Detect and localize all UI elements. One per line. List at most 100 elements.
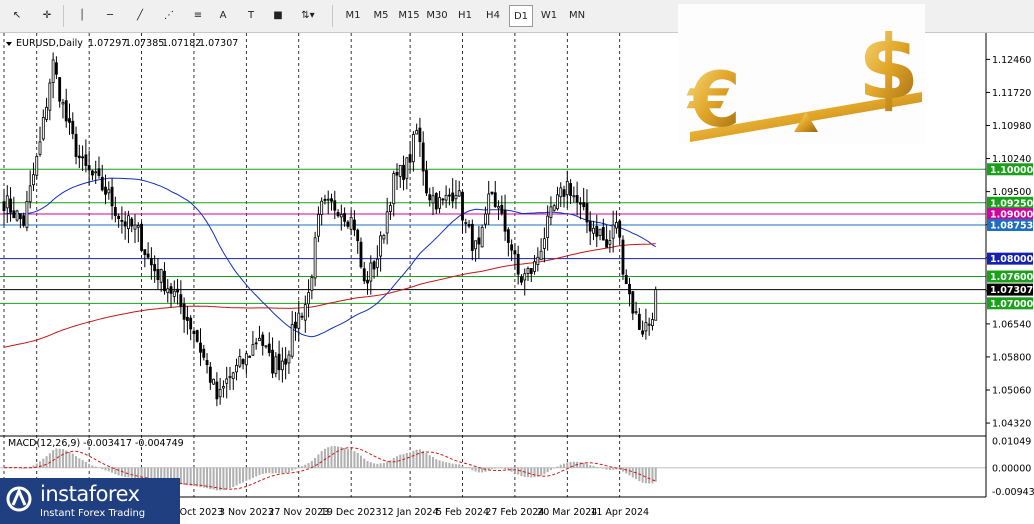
candle-body bbox=[48, 82, 52, 111]
candle-body bbox=[529, 268, 533, 274]
candle-body bbox=[195, 330, 199, 342]
candle-body bbox=[28, 185, 32, 203]
level-price-label: 1.07000 bbox=[990, 299, 1034, 310]
x-tick-label: 11 Apr 2024 bbox=[590, 507, 649, 518]
rectangle-tool-icon[interactable]: ■ bbox=[267, 5, 289, 27]
timeframe-d1-button[interactable]: D1 bbox=[509, 5, 533, 27]
candle-body bbox=[81, 156, 85, 159]
candle-body bbox=[526, 268, 530, 274]
candle-body bbox=[307, 292, 310, 305]
candle-body bbox=[349, 216, 353, 230]
candle-body bbox=[238, 356, 242, 367]
candle-body bbox=[74, 133, 78, 157]
candle-body bbox=[392, 173, 396, 205]
candle-body bbox=[264, 345, 268, 348]
brand-name: instaforex bbox=[40, 482, 140, 506]
candle-body bbox=[346, 221, 350, 227]
candle-body bbox=[218, 388, 222, 398]
candle-body bbox=[25, 201, 29, 228]
timeframe-m5-button[interactable]: M5 bbox=[369, 5, 393, 27]
macd-y-tick-label: 0.01049 bbox=[992, 437, 1031, 448]
candle-body bbox=[539, 250, 543, 261]
timeframe-w1-button[interactable]: W1 bbox=[537, 5, 561, 27]
candle-body bbox=[5, 195, 9, 209]
candle-body bbox=[415, 130, 419, 135]
candle-body bbox=[569, 183, 572, 196]
candle-body bbox=[100, 176, 104, 191]
candle-body bbox=[12, 210, 16, 219]
candle-body bbox=[120, 220, 124, 222]
candle-body bbox=[506, 229, 510, 243]
candle-body bbox=[202, 348, 206, 358]
candle-body bbox=[323, 199, 327, 201]
candle-body bbox=[84, 154, 88, 166]
candle-body bbox=[254, 342, 258, 345]
level-price-label: 1.09000 bbox=[990, 209, 1034, 220]
level-price-label: 1.07307 bbox=[990, 285, 1033, 296]
fibonacci-tool-icon[interactable]: ≡ bbox=[187, 5, 209, 27]
channel-tool-icon[interactable]: ⋰ bbox=[158, 5, 180, 27]
ohlc-value: 1.07307 bbox=[199, 38, 238, 49]
candle-body bbox=[18, 213, 22, 220]
candle-body bbox=[546, 215, 550, 238]
candle-body bbox=[205, 360, 209, 366]
candle-body bbox=[41, 117, 45, 140]
timeframe-mn-button[interactable]: MN bbox=[565, 5, 589, 27]
candle-body bbox=[379, 235, 383, 257]
candle-body bbox=[382, 234, 386, 240]
candle-body bbox=[303, 304, 307, 321]
timeframe-h4-button[interactable]: H4 bbox=[481, 5, 505, 27]
candle-body bbox=[375, 258, 379, 268]
crosshair-tool-icon[interactable]: ✛ bbox=[36, 5, 58, 27]
candle-body bbox=[447, 194, 451, 197]
y-tick-label: 1.06540 bbox=[992, 319, 1031, 330]
candle-body bbox=[159, 269, 163, 283]
candle-body bbox=[588, 221, 592, 232]
x-tick-label: 27 Feb 2024 bbox=[485, 507, 544, 518]
candle-body bbox=[330, 198, 333, 202]
candle-body bbox=[77, 155, 81, 159]
candle-body bbox=[310, 277, 314, 291]
vertical-line-tool-icon[interactable]: │ bbox=[71, 5, 93, 27]
candle-body bbox=[127, 215, 130, 230]
timeframe-h1-button[interactable]: H1 bbox=[453, 5, 477, 27]
candle-body bbox=[107, 189, 111, 194]
candle-body bbox=[22, 215, 26, 226]
candle-body bbox=[251, 344, 255, 356]
candle-body bbox=[500, 204, 504, 214]
timeframe-m30-button[interactable]: M30 bbox=[425, 5, 449, 27]
candle-body bbox=[136, 225, 140, 228]
candle-body bbox=[235, 364, 238, 373]
candle-body bbox=[651, 319, 654, 327]
candle-body bbox=[241, 359, 245, 365]
candle-body bbox=[634, 311, 638, 314]
text-label-tool-icon[interactable]: T bbox=[240, 5, 262, 27]
timeframe-m1-button[interactable]: M1 bbox=[341, 5, 365, 27]
candle-body bbox=[172, 290, 176, 297]
candle-body bbox=[520, 276, 523, 283]
candle-body bbox=[366, 279, 369, 284]
candle-body bbox=[454, 195, 458, 200]
macd-label: MACD(12,26,9) -0.003417 -0.004749 bbox=[8, 438, 184, 449]
timeframe-m15-button[interactable]: M15 bbox=[397, 5, 421, 27]
arrows-tool-icon[interactable]: ⇅▾ bbox=[297, 5, 319, 27]
candle-body bbox=[533, 261, 536, 272]
ohlc-value: 1.07182 bbox=[162, 38, 201, 49]
candle-body bbox=[133, 224, 137, 230]
x-tick-label: 19 Dec 2023 bbox=[321, 507, 382, 518]
candle-body bbox=[94, 171, 98, 174]
trendline-tool-icon[interactable]: ╱ bbox=[129, 5, 151, 27]
cursor-tool-icon[interactable]: ↖ bbox=[6, 5, 28, 27]
candle-body bbox=[631, 291, 635, 314]
candle-body bbox=[362, 268, 366, 282]
candle-body bbox=[418, 127, 422, 143]
brand-tagline: Instant Forex Trading bbox=[40, 508, 146, 519]
candle-body bbox=[601, 227, 605, 241]
candle-body bbox=[470, 223, 474, 251]
candle-body bbox=[294, 321, 297, 329]
candle-body bbox=[572, 195, 576, 198]
horizontal-line-tool-icon[interactable]: ─ bbox=[99, 5, 121, 27]
y-tick-label: 1.12460 bbox=[992, 55, 1031, 66]
candle-body bbox=[35, 155, 39, 176]
text-tool-icon[interactable]: A bbox=[212, 5, 234, 27]
